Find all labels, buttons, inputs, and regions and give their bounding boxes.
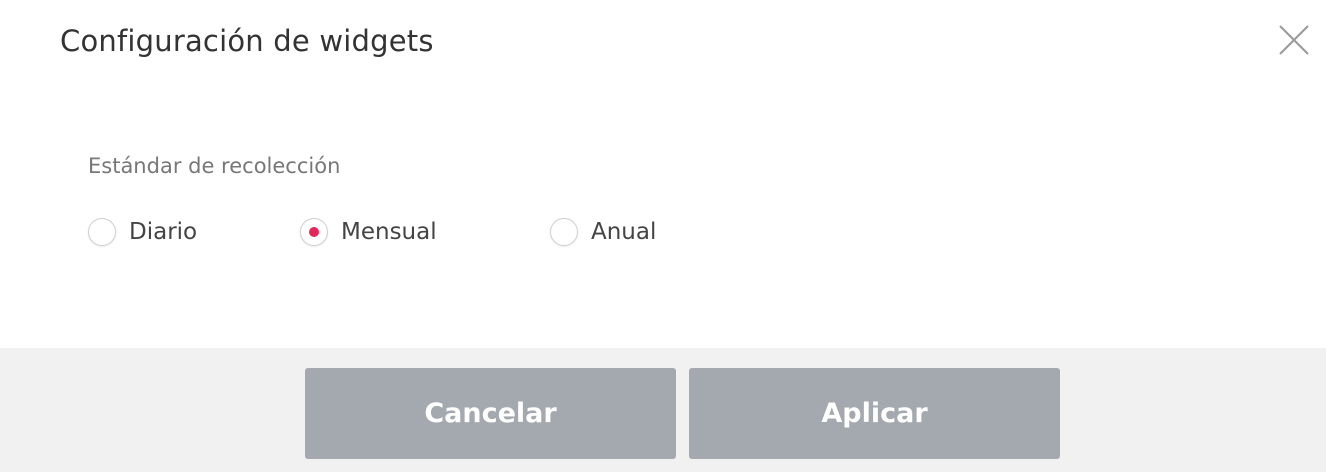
close-icon[interactable] (1277, 23, 1311, 57)
radio-anual[interactable]: Anual (550, 212, 656, 252)
radio-circle-diario[interactable] (88, 218, 116, 246)
collection-standard-label: Estándar de recolección (88, 154, 341, 178)
cancel-button[interactable]: Cancelar (305, 368, 676, 459)
dialog-title: Configuración de widgets (60, 24, 434, 58)
radio-label-diario: Diario (129, 219, 198, 245)
radio-circle-mensual[interactable] (300, 218, 328, 246)
widget-settings-dialog: Configuración de widgets Estándar de rec… (0, 0, 1326, 472)
dialog-footer: Cancelar Aplicar (0, 348, 1326, 472)
radio-label-mensual: Mensual (341, 219, 437, 245)
apply-button[interactable]: Aplicar (689, 368, 1060, 459)
radio-circle-anual[interactable] (550, 218, 578, 246)
radio-diario[interactable]: Diario (88, 212, 197, 252)
radio-label-anual: Anual (591, 219, 657, 245)
radio-mensual[interactable]: Mensual (300, 212, 437, 252)
